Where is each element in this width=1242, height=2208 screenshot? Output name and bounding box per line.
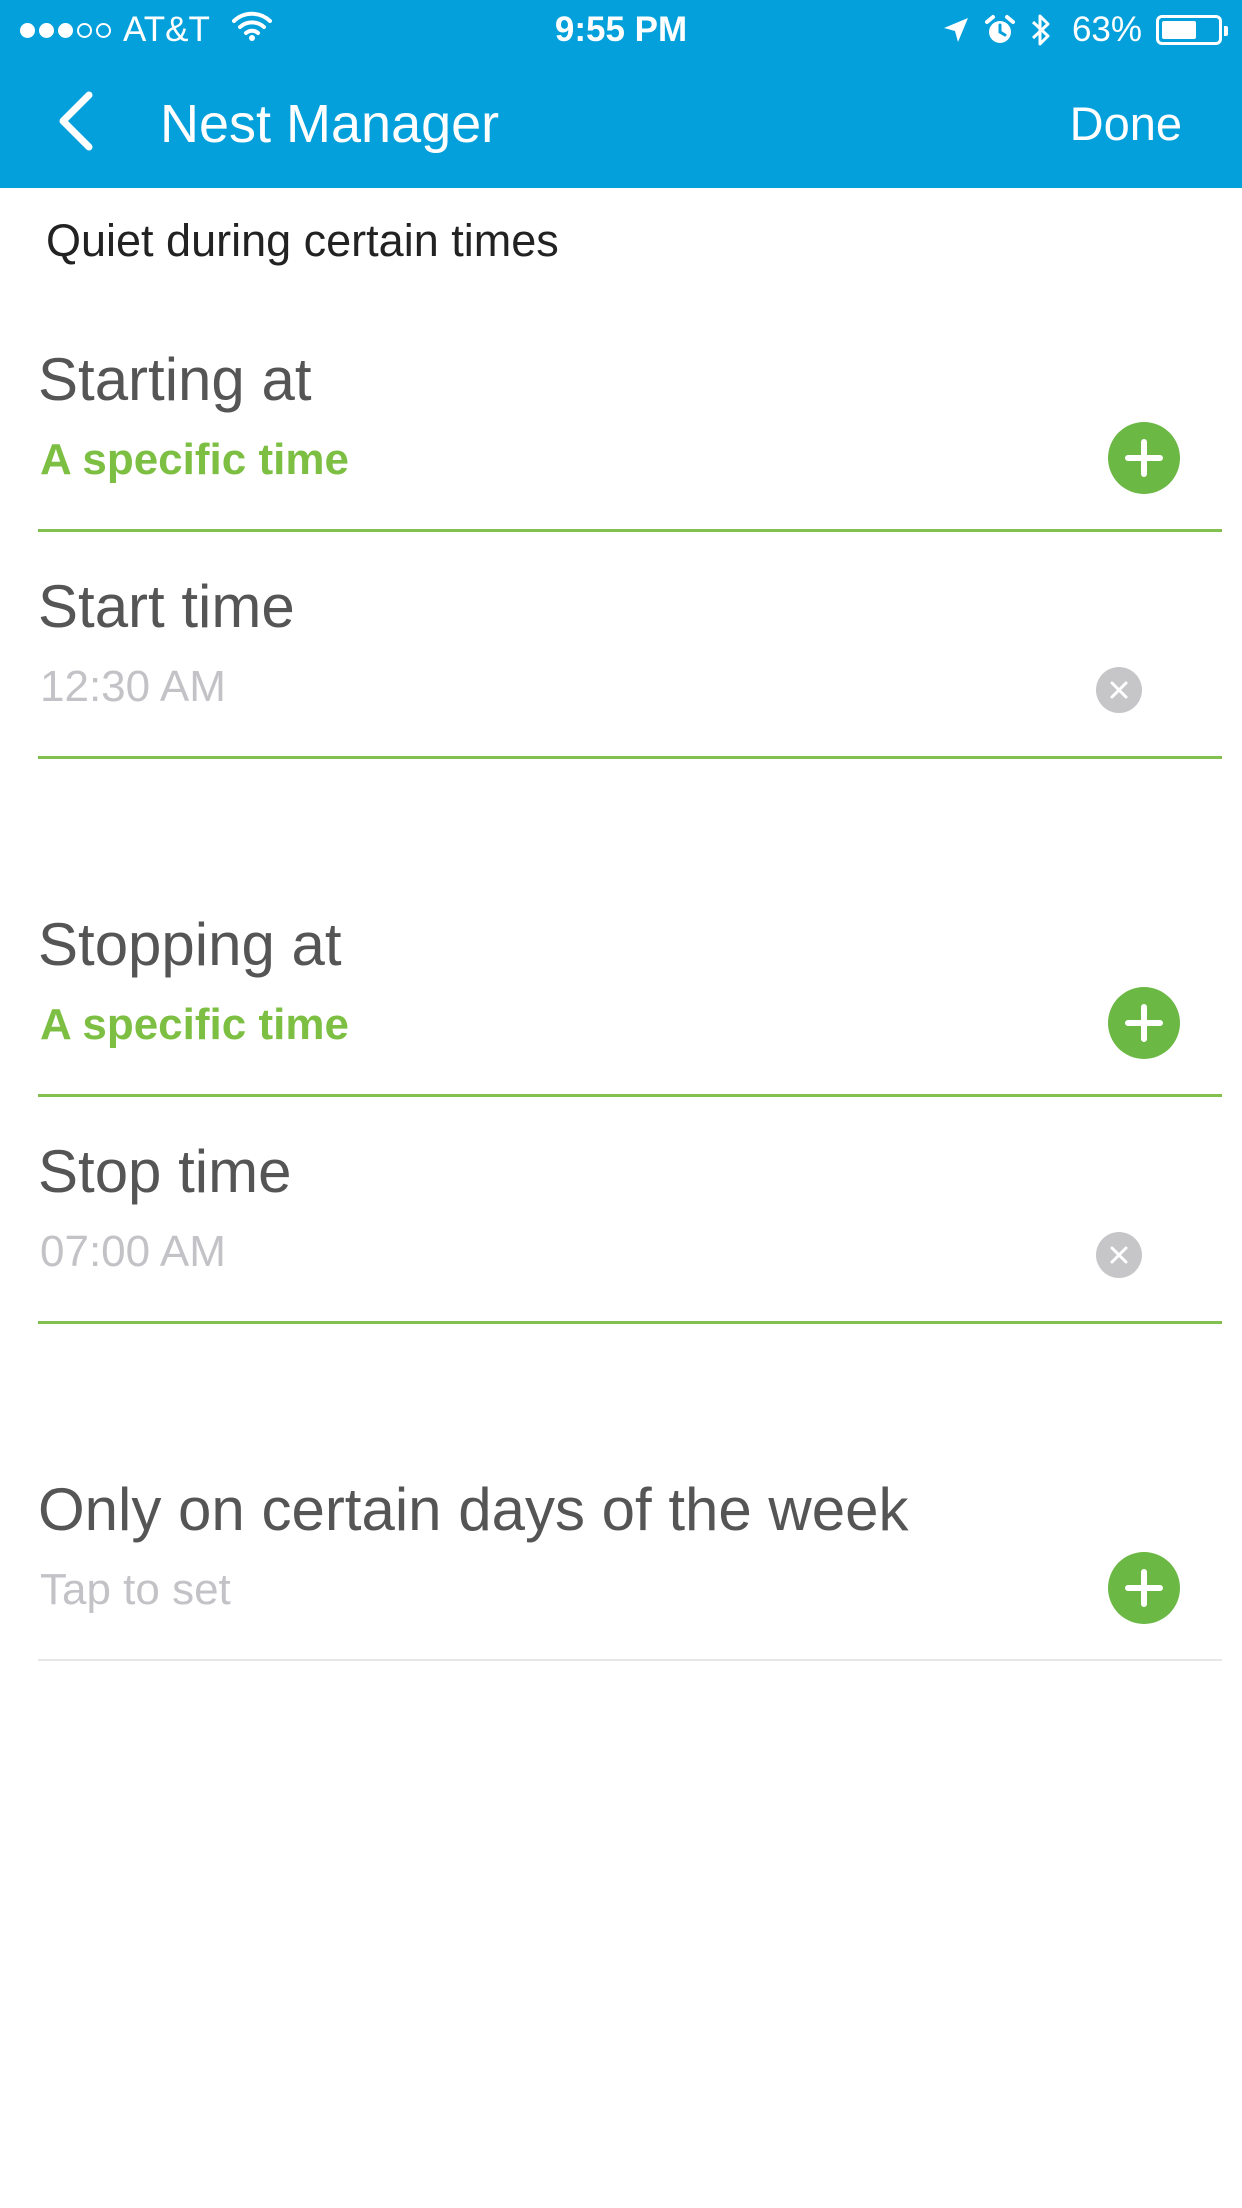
bluetooth-icon xyxy=(1030,12,1052,48)
close-icon xyxy=(1110,681,1128,699)
stopping-at-label: Stopping at xyxy=(38,911,342,978)
battery-icon xyxy=(1156,15,1228,45)
stopping-at-value: A specific time xyxy=(40,1000,349,1049)
stop-time-row[interactable]: Stop time 07:00 AM xyxy=(38,1137,1222,1324)
days-of-week-value: Tap to set xyxy=(40,1565,231,1614)
starting-at-label: Starting at xyxy=(38,346,312,413)
alarm-clock-icon xyxy=(984,14,1016,46)
row-divider xyxy=(38,529,1222,532)
status-right: 63% xyxy=(942,10,1228,50)
start-time-label: Start time xyxy=(38,573,295,640)
starting-at-value: A specific time xyxy=(40,435,349,484)
row-divider xyxy=(38,756,1222,759)
stopping-at-add-button[interactable] xyxy=(1108,987,1180,1059)
stop-time-label: Stop time xyxy=(38,1138,292,1205)
done-button[interactable]: Done xyxy=(1070,60,1182,188)
nav-bar: Nest Manager Done xyxy=(0,60,1242,188)
location-arrow-icon xyxy=(942,16,970,44)
page-subtitle: Quiet during certain times xyxy=(46,215,559,266)
battery-nub xyxy=(1224,26,1228,36)
stop-time-value: 07:00 AM xyxy=(40,1227,226,1276)
plus-icon xyxy=(1125,1004,1163,1042)
back-button[interactable] xyxy=(40,86,110,156)
battery-level-fill xyxy=(1162,21,1196,39)
start-time-clear-button[interactable] xyxy=(1096,667,1142,713)
chevron-left-icon xyxy=(59,91,93,151)
close-icon xyxy=(1110,1246,1128,1264)
plus-icon xyxy=(1125,439,1163,477)
row-divider xyxy=(38,1659,1222,1661)
start-time-row[interactable]: Start time 12:30 AM xyxy=(38,572,1222,759)
stop-time-clear-button[interactable] xyxy=(1096,1232,1142,1278)
starting-at-row[interactable]: Starting at A specific time xyxy=(38,345,1222,532)
stopping-at-row[interactable]: Stopping at A specific time xyxy=(38,910,1222,1097)
row-divider xyxy=(38,1094,1222,1097)
days-of-week-add-button[interactable] xyxy=(1108,1552,1180,1624)
header: AT&T 9:55 PM 63% Nest Manager Done xyxy=(0,0,1242,188)
status-bar: AT&T 9:55 PM 63% xyxy=(0,0,1242,60)
start-time-value: 12:30 AM xyxy=(40,662,226,711)
plus-icon xyxy=(1125,1569,1163,1607)
days-of-week-row[interactable]: Only on certain days of the week Tap to … xyxy=(38,1475,1222,1662)
battery-percent: 63% xyxy=(1071,10,1142,49)
row-divider xyxy=(38,1321,1222,1324)
days-of-week-label: Only on certain days of the week xyxy=(38,1476,909,1543)
starting-at-add-button[interactable] xyxy=(1108,422,1180,494)
nav-title: Nest Manager xyxy=(160,94,500,154)
